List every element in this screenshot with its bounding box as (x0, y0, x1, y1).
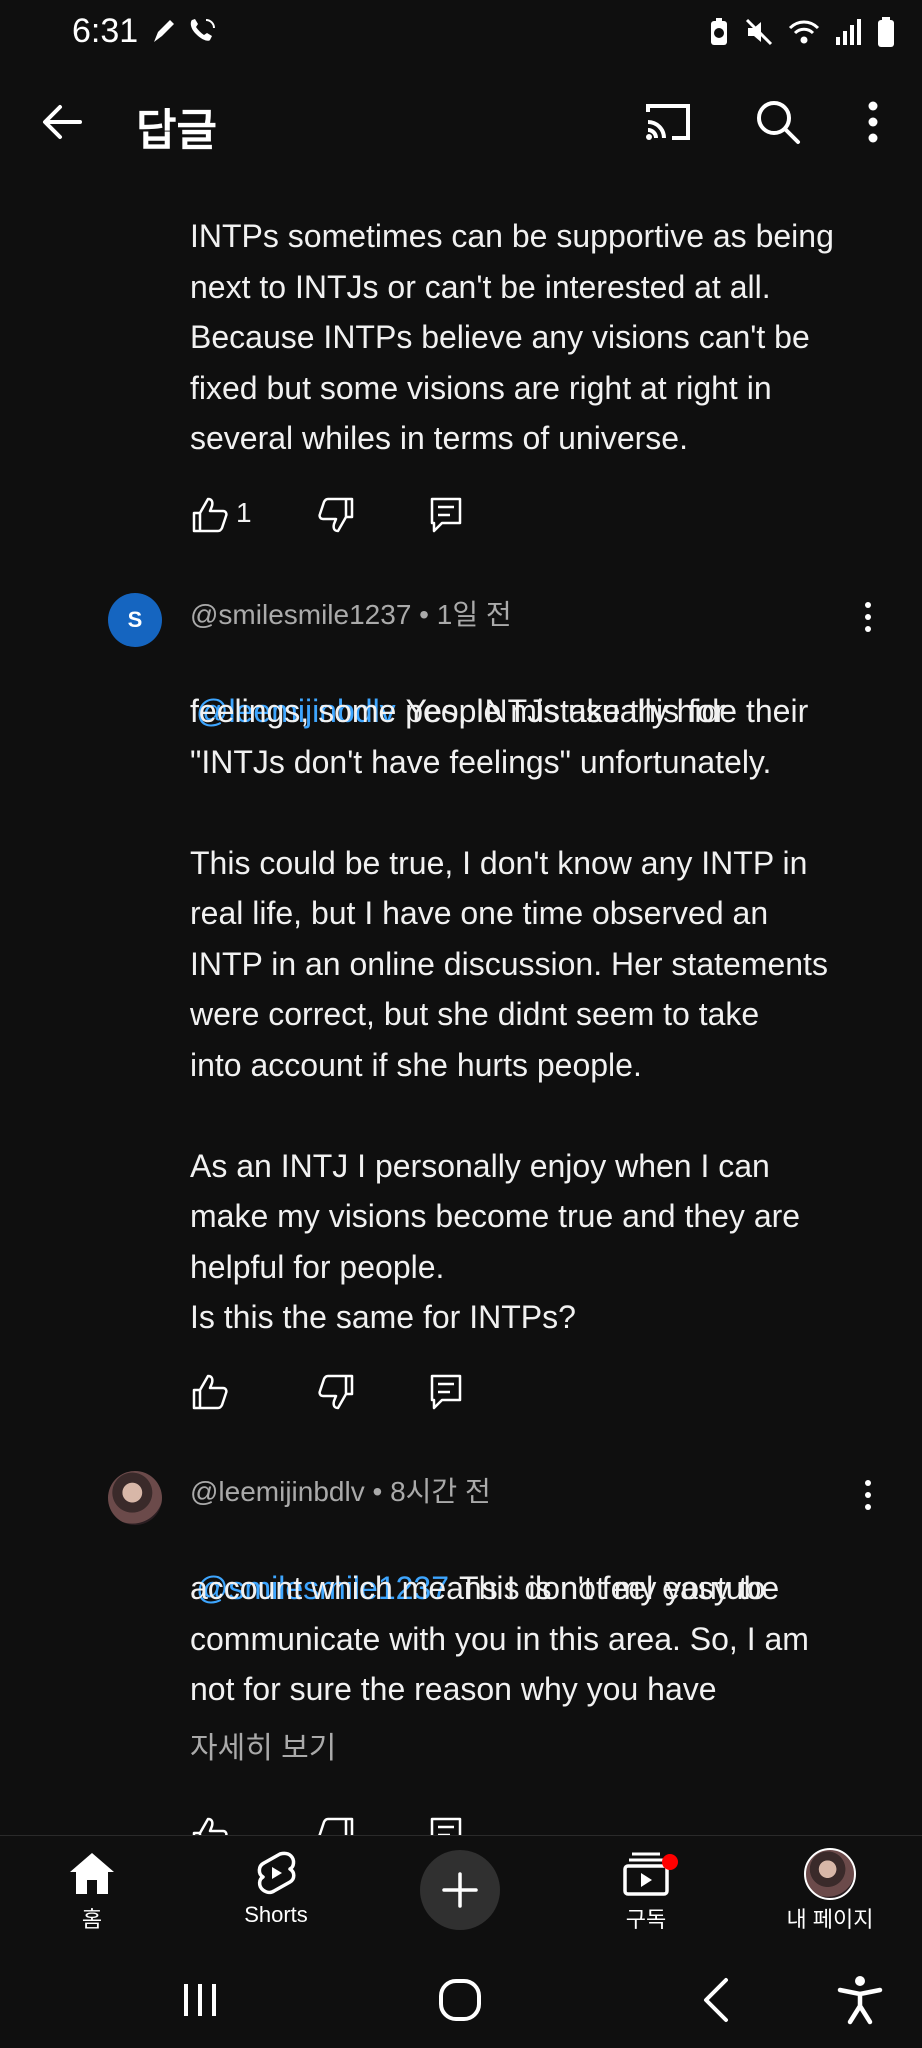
more-vertical-icon[interactable] (858, 599, 878, 635)
replies-list: INTPs sometimes can be supportive as bei… (0, 175, 922, 1835)
like-count: 1 (236, 497, 252, 528)
comment-text: account which means I don't feel easy to… (190, 1570, 809, 1707)
nav-item-my-page[interactable]: 내 페이지 (760, 1848, 900, 1934)
comment-time: 1일 전 (436, 599, 512, 630)
recent-apps-icon[interactable] (172, 1972, 228, 2028)
comment-meta: @leemijinbdlv • 8시간 전 (190, 1470, 491, 1510)
more-vertical-icon[interactable] (858, 1477, 878, 1513)
dislike-icon[interactable] (316, 1372, 356, 1412)
signal-icon (836, 19, 861, 45)
wifi-icon (788, 20, 820, 44)
comment-time: 8시간 전 (390, 1476, 491, 1507)
comment-meta: @smilesmile1237 • 1일 전 (190, 593, 512, 633)
bottom-nav: 홈 Shorts 구독 내 페이지 (0, 1835, 922, 1950)
comment-actions: 1 (190, 495, 510, 539)
more-vertical-icon[interactable] (858, 94, 888, 150)
like-icon[interactable] (190, 1815, 230, 1835)
read-more-link[interactable]: 자세히 보기 (190, 1723, 336, 1767)
page: 6:31 답글 INTPs sometimes can be supportiv… (0, 0, 922, 2048)
shorts-icon (257, 1851, 296, 1895)
comment-actions (190, 1815, 510, 1835)
nav-item-home[interactable]: 홈 (22, 1848, 162, 1934)
battery-icon (878, 17, 894, 47)
nav-label: 내 페이지 (786, 1907, 874, 1932)
nav-item-subscriptions[interactable]: 구독 (576, 1848, 716, 1934)
accessibility-icon[interactable] (832, 1972, 888, 2028)
meta-separator: • (372, 1476, 391, 1507)
comment-author[interactable]: @leemijinbdlv (190, 1476, 365, 1507)
nav-item-shorts[interactable]: Shorts (206, 1848, 346, 1928)
back-button-icon[interactable] (690, 1972, 746, 2028)
avatar[interactable]: S (108, 593, 162, 647)
notification-dot (662, 1854, 678, 1870)
avatar-letter: S (127, 607, 143, 632)
comment-text: INTPs sometimes can be supportive as bei… (190, 218, 834, 456)
comment-author[interactable]: @smilesmile1237 (190, 599, 411, 630)
reply-icon[interactable] (426, 1815, 466, 1835)
mute-icon (745, 18, 773, 46)
back-arrow-icon[interactable] (36, 94, 92, 150)
status-time: 6:31 (72, 12, 139, 50)
comment-actions (190, 1372, 510, 1416)
home-icon (70, 1853, 114, 1894)
comment-text: feelings, some people mistake this for "… (190, 693, 828, 1335)
pen-icon (154, 20, 174, 42)
meta-separator: • (419, 599, 437, 630)
dislike-icon[interactable] (316, 1815, 356, 1835)
status-left-icons (150, 16, 218, 46)
create-button[interactable] (420, 1850, 500, 1930)
page-title: 답글 (136, 106, 217, 155)
status-right-icons (708, 16, 896, 48)
profile-avatar (804, 1848, 856, 1900)
nav-label: 구독 (625, 1907, 667, 1932)
wifi-call-icon (190, 19, 215, 41)
reply-icon[interactable] (426, 1372, 466, 1412)
avatar[interactable] (108, 1471, 162, 1525)
like-icon[interactable] (190, 1372, 230, 1412)
battery-saver-icon (711, 18, 727, 45)
status-bar: 6:31 (0, 0, 922, 64)
reply-icon[interactable] (426, 495, 466, 535)
create-plus-icon (442, 1872, 478, 1908)
app-bar: 답글 (0, 70, 922, 175)
search-icon[interactable] (750, 94, 806, 150)
dislike-icon[interactable] (316, 495, 356, 535)
like-icon[interactable] (190, 495, 230, 535)
nav-label: 홈 (81, 1907, 103, 1932)
nav-label: Shorts (244, 1902, 308, 1927)
cast-icon[interactable] (640, 94, 696, 150)
home-button-icon[interactable] (432, 1972, 488, 2028)
system-nav-bar (0, 1950, 922, 2048)
